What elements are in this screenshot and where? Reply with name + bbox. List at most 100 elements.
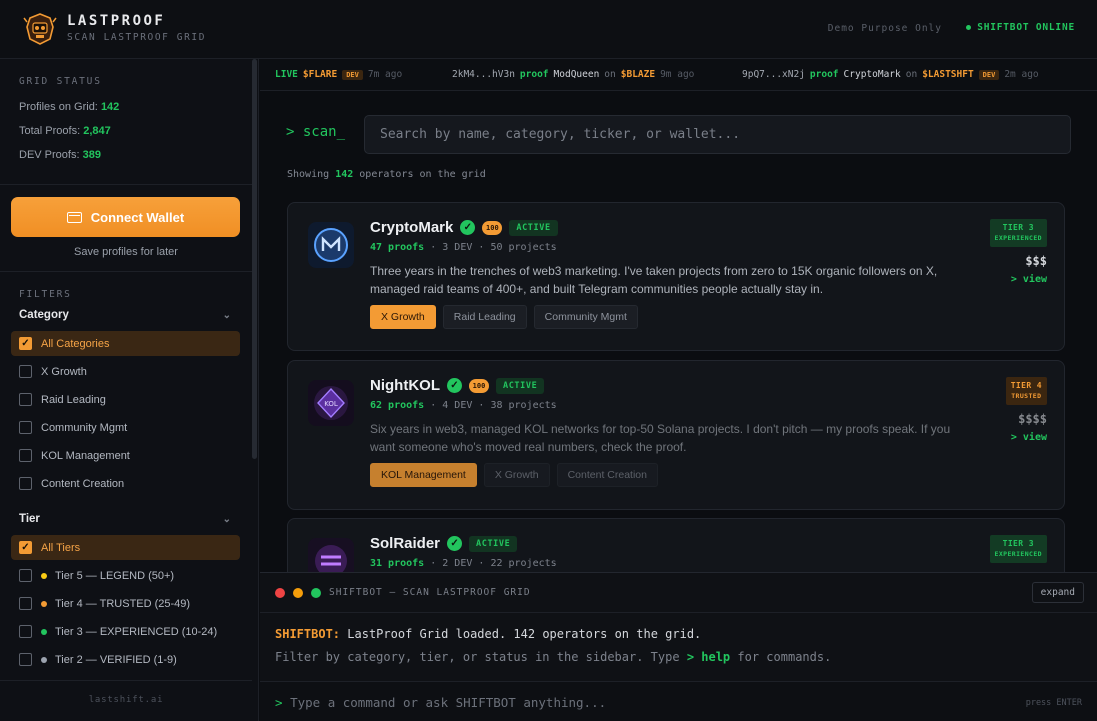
sidebar-divider [0,680,252,681]
maximize-light-icon[interactable] [311,588,321,598]
bot-status: SHIFTBOT ONLINE [966,22,1075,33]
connect-wallet-label: Connect Wallet [90,209,185,225]
chevron-down-icon: ⌄ [222,513,231,525]
dev-badge: DEV [978,69,1000,80]
minimize-light-icon[interactable] [293,588,303,598]
operator-name[interactable]: SolRaider [370,535,440,552]
brand-title: LASTPROOF [67,13,166,29]
view-link[interactable]: > view [1011,432,1047,443]
tier-label: TIER 3 [1002,223,1034,232]
bot-status-label: SHIFTBOT ONLINE [977,22,1075,33]
tier-badge: TIER 3 EXPERIENCED [989,535,1047,563]
ticker-item[interactable]: 2kM4...hV3n proof ModQueen on $BLAZE 9m … [452,69,694,80]
checkbox-checked-icon: ✓ [19,541,32,554]
filter-category-content-creation[interactable]: Content Creation [11,471,240,496]
status-badge: ACTIVE [469,535,518,552]
operator-name-row: NightKOL ✓ 100 ACTIVE [370,377,545,394]
tag-list: KOL Management X Growth Content Creation [370,463,658,487]
proofs-count: 62 proofs [370,400,425,411]
ticker-symbol: $LASTSHFT [922,69,974,80]
tag[interactable]: KOL Management [370,463,477,487]
close-light-icon[interactable] [275,588,285,598]
filter-tier-5[interactable]: Tier 5 — LEGEND (50+) [11,563,240,588]
ticker-on: on [604,69,616,80]
help-command: > help [686,650,731,664]
ticker-on: on [905,69,918,80]
terminal-message: LastProof Grid loaded. 142 operators on … [347,627,702,641]
live-ticker: LIVE $FLARE DEV 7m ago 2kM4...hV3n proof… [260,59,1097,91]
command-input[interactable]: > Type a command or ask SHIFTBOT anythin… [260,681,1097,721]
terminal-line: Filter by category, tier, or status in t… [275,650,831,664]
projects-count: 50 projects [490,242,557,253]
results-number: 142 [335,169,354,180]
stat-value: 142 [100,101,120,113]
search-input[interactable]: Search by name, category, ticker, or wal… [364,115,1071,154]
tag[interactable]: X Growth [370,305,436,329]
filter-tier-3[interactable]: Tier 3 — EXPERIENCED (10-24) [11,619,240,644]
filter-tier-2[interactable]: Tier 2 — VERIFIED (1-9) [11,647,240,672]
command-field[interactable]: > Type a command or ask SHIFTBOT anythin… [275,695,606,710]
operator-card[interactable]: KOL NightKOL ✓ 100 ACTIVE 62 proofs · 4 … [287,360,1065,510]
stat-value: 389 [82,149,101,161]
category-filter-header[interactable]: Category ⌄ [19,309,231,321]
tag-list: X Growth Raid Leading Community Mgmt [370,305,638,329]
stat-label: Total Proofs: [19,125,81,137]
scan-prompt: > scan_ [286,124,346,140]
robot-logo-icon [23,13,57,45]
operator-card[interactable]: CryptoMark ✓ 100 ACTIVE 47 proofs · 3 DE… [287,202,1065,351]
tag[interactable]: X Growth [483,463,550,487]
tag[interactable]: Raid Leading [442,305,527,329]
filter-option-label: Tier 2 — VERIFIED (1-9) [55,653,177,666]
filter-category-community-mgmt[interactable]: Community Mgmt [11,415,240,440]
terminal-header: SHIFTBOT — SCAN LASTPROOF GRID expand [260,573,1097,613]
ticker-item[interactable]: LIVE $FLARE DEV 7m ago [275,69,402,80]
filter-category-kol-management[interactable]: KOL Management [11,443,240,468]
ticker-item[interactable]: 9pQ7...xN2j proof CryptoMark on $LASTSHF… [742,69,1039,80]
meta-separator: · [478,400,491,411]
save-note: Save profiles for later [74,246,178,258]
stat-dev-proofs: DEV Proofs: 389 [19,149,101,161]
ticker-wallet: 9pQ7...xN2j [742,69,805,80]
expand-button[interactable]: expand [1031,582,1084,603]
meta-separator: · [430,400,443,411]
tier-dot-icon [41,656,47,663]
filter-category-all[interactable]: ✓ All Categories [11,331,240,356]
terminal-message: for commands. [737,650,832,664]
view-link[interactable]: > view [1011,274,1047,285]
svg-text:KOL: KOL [324,400,338,408]
sidebar-scrollbar[interactable] [252,59,257,459]
tier-dot-icon [41,628,47,635]
ticker-symbol: $BLAZE [620,69,656,80]
score-badge: 100 [468,378,489,393]
operator-name-row: SolRaider ✓ ACTIVE [370,535,518,552]
terminal-message: Filter by category, tier, or status in t… [275,650,680,664]
filter-option-label: Tier 4 — TRUSTED (25-49) [55,597,191,610]
demo-note: Demo Purpose Only [827,23,942,34]
sidebar-divider [0,271,252,272]
brand-subtitle: SCAN LASTPROOF GRID [67,32,207,43]
tag[interactable]: Community Mgmt [533,305,638,329]
dev-count: 2 DEV [442,558,473,569]
tier-sub: EXPERIENCED [994,550,1042,558]
tag[interactable]: Content Creation [556,463,658,487]
verified-check-icon: ✓ [460,220,476,235]
filter-option-label: All Categories [41,337,110,350]
filters-label: FILTERS [19,289,72,300]
status-badge: ACTIVE [509,219,558,236]
filter-option-label: Community Mgmt [41,421,128,434]
results-post: operators on the grid [359,169,486,180]
filter-tier-all[interactable]: ✓ All Tiers [11,535,240,560]
connect-wallet-button[interactable]: Connect Wallet [11,197,240,237]
operator-bio: Six years in web3, managed KOL networks … [370,422,951,454]
operator-name[interactable]: CryptoMark [370,219,453,236]
filter-tier-4[interactable]: Tier 4 — TRUSTED (25-49) [11,591,240,616]
avatar [308,222,354,268]
filter-category-x-growth[interactable]: X Growth [11,359,240,384]
stat-total-proofs: Total Proofs: 2,847 [19,125,111,137]
tier-filter-header[interactable]: Tier ⌄ [19,513,231,525]
command-prompt: > [275,695,283,710]
filter-category-raid-leading[interactable]: Raid Leading [11,387,240,412]
sidebar-footer: lastshift.ai [88,695,164,705]
operator-name[interactable]: NightKOL [370,377,440,394]
checkbox-icon [19,449,32,462]
